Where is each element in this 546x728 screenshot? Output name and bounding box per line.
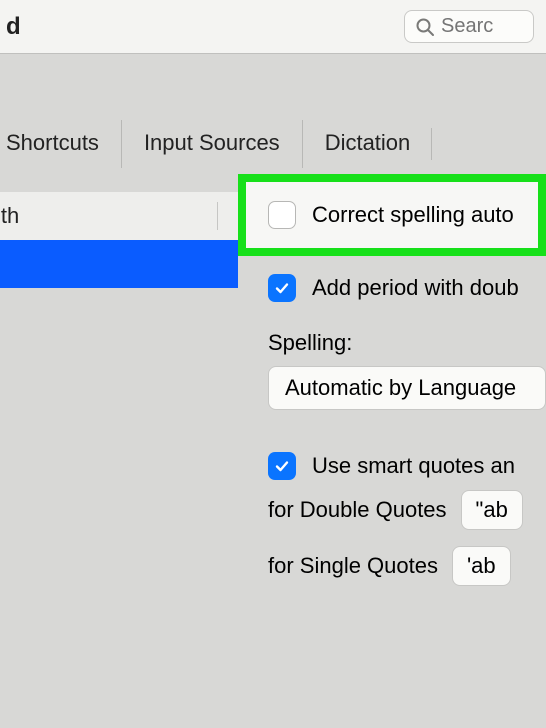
double-quotes-label: for Double Quotes: [268, 497, 447, 523]
spelling-label: Spelling:: [268, 330, 546, 356]
single-quotes-label: for Single Quotes: [268, 553, 438, 579]
tabbar: Shortcuts Input Sources Dictation: [0, 108, 546, 168]
sidebar-item-label: ith: [0, 203, 19, 229]
tab-shortcuts[interactable]: Shortcuts: [0, 120, 121, 168]
window-title-fragment: d: [6, 13, 21, 41]
checkbox-add-period[interactable]: [268, 274, 296, 302]
spelling-select[interactable]: Automatic by Language: [268, 366, 546, 410]
main-content: ith Correct spelling auto Capitalize wor…: [0, 168, 546, 728]
sidebar-item-selected[interactable]: [0, 240, 238, 288]
option-smart-quotes-row: Use smart quotes an: [238, 452, 546, 480]
highlight-callout: Correct spelling auto: [238, 174, 546, 256]
search-icon: [415, 17, 435, 37]
search-input[interactable]: [441, 15, 521, 38]
checkbox-correct-spelling[interactable]: [268, 201, 296, 229]
double-quotes-row: for Double Quotes "ab: [268, 490, 546, 530]
titlebar: d: [0, 0, 546, 54]
checkbox-smart-quotes[interactable]: [268, 452, 296, 480]
double-quotes-select[interactable]: "ab: [461, 490, 523, 530]
settings-panel: Correct spelling auto Capitalize words a…: [238, 168, 546, 728]
tab-input-sources[interactable]: Input Sources: [121, 120, 302, 168]
tab-dictation[interactable]: Dictation: [302, 120, 433, 168]
search-field[interactable]: [404, 10, 534, 43]
option-add-period-label: Add period with doub: [312, 275, 519, 301]
sidebar-item[interactable]: ith: [0, 192, 238, 240]
single-quotes-row: for Single Quotes 'ab: [268, 546, 546, 586]
option-add-period-row: Add period with doub: [238, 274, 546, 302]
sidebar: ith: [0, 168, 238, 728]
sidebar-divider: [217, 202, 218, 230]
option-smart-quotes-label: Use smart quotes an: [312, 453, 515, 479]
single-quotes-select[interactable]: 'ab: [452, 546, 511, 586]
option-correct-spelling-label: Correct spelling auto: [312, 202, 514, 228]
